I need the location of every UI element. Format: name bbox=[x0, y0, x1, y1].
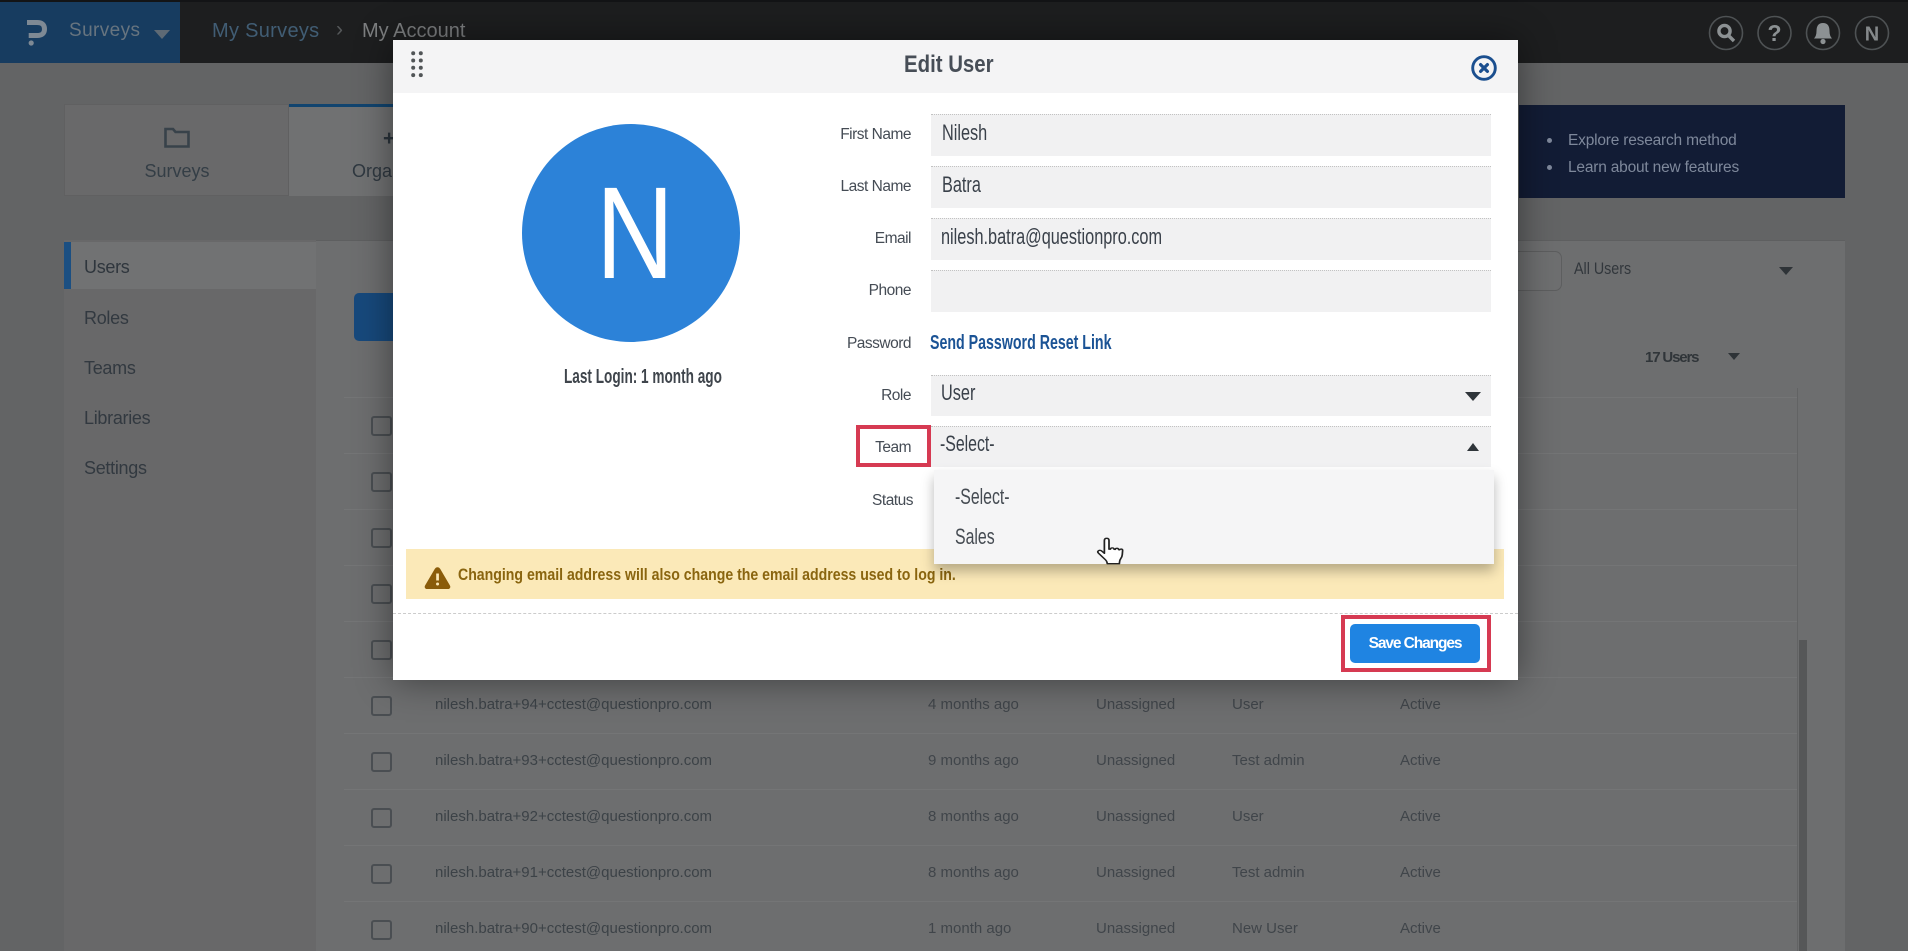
svg-text:N: N bbox=[1865, 24, 1879, 46]
svg-text:?: ? bbox=[1767, 20, 1781, 46]
